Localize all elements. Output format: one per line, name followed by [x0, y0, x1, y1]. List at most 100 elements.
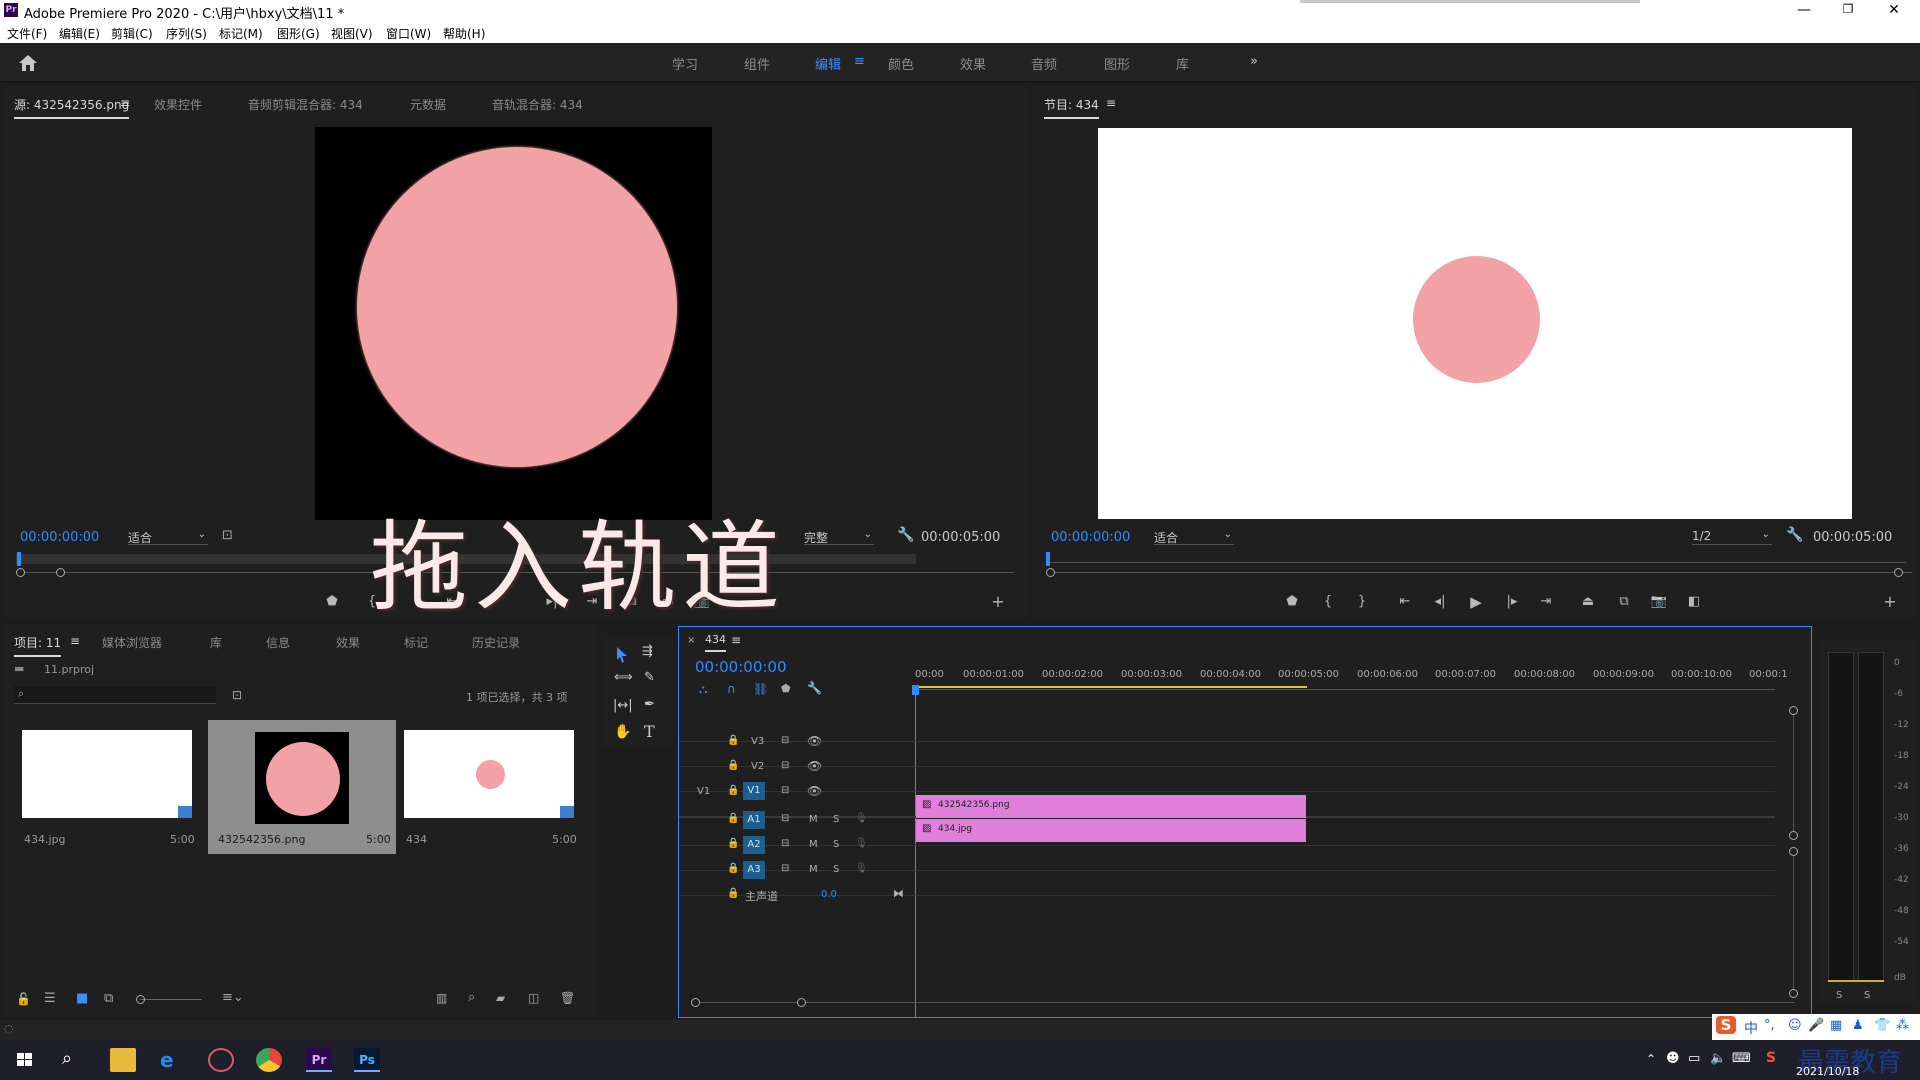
audio-vertical-scrollbar[interactable]	[1793, 851, 1794, 995]
razor-tool-icon[interactable]: ✎	[644, 670, 655, 685]
tab-sequence[interactable]: 434	[705, 633, 726, 652]
premiere-taskbar-icon[interactable]: Pr	[306, 1048, 332, 1072]
timeline-close-icon[interactable]: ×	[687, 635, 695, 646]
meter-solo-left-button[interactable]: S	[1836, 990, 1842, 1001]
ime-skin-icon[interactable]: ♟	[1852, 1018, 1864, 1033]
program-timecode[interactable]: 00:00:00:00	[1051, 530, 1130, 545]
ime-mode-label[interactable]: 中	[1744, 1018, 1758, 1038]
source-quality-dropdown[interactable]: 完整 ⌄	[804, 529, 874, 545]
program-quality-dropdown[interactable]: 1/2 ⌄	[1692, 529, 1772, 545]
menu-sequence[interactable]: 序列(S)	[166, 25, 207, 42]
zoom-left-handle[interactable]	[691, 998, 700, 1007]
voiceover-mic-icon[interactable]: 🎙	[855, 838, 868, 849]
pen-tool-icon[interactable]: ✒	[644, 697, 655, 712]
tray-chevron-icon[interactable]: ⌃	[1646, 1052, 1656, 1066]
program-goto-out-icon[interactable]: ⇥	[1536, 594, 1556, 609]
solo-button[interactable]: S	[833, 839, 839, 850]
find-icon[interactable]: ⌕	[468, 990, 475, 1005]
program-playhead[interactable]	[1046, 552, 1050, 566]
tab-project[interactable]: 项目: 11	[14, 634, 62, 657]
automate-to-sequence-icon[interactable]: ▥	[436, 991, 447, 1005]
program-zoom-left-handle[interactable]	[1046, 568, 1055, 577]
new-item-icon[interactable]: ◫	[528, 991, 539, 1005]
program-add-button-icon[interactable]: +	[1880, 592, 1900, 611]
program-tab-menu-icon[interactable]: ≡	[1106, 96, 1116, 110]
track-lock-icon[interactable]: 🔒	[727, 888, 739, 899]
sync-lock-icon[interactable]: ⊟	[781, 760, 789, 771]
sync-lock-icon[interactable]: ⊟	[781, 838, 789, 849]
mute-button[interactable]: M	[809, 814, 818, 825]
track-label-v2[interactable]: V2	[751, 761, 764, 772]
zoom-slider-handle[interactable]	[136, 995, 145, 1004]
tab-media-browser[interactable]: 媒体浏览器	[102, 634, 162, 651]
program-ruler[interactable]	[1046, 562, 1906, 563]
nest-toggle-icon[interactable]: ⛬	[699, 682, 707, 697]
source-timecode[interactable]: 00:00:00:00	[20, 530, 99, 545]
hand-tool-icon[interactable]: ✋	[614, 724, 631, 740]
solo-button[interactable]: S	[833, 814, 839, 825]
list-view-icon[interactable]: ☰	[44, 991, 56, 1006]
menu-edit[interactable]: 编辑(E)	[59, 25, 100, 42]
mute-button[interactable]: M	[809, 864, 818, 875]
tab-libraries[interactable]: 库	[210, 634, 222, 651]
menu-view[interactable]: 视图(V)	[331, 25, 373, 42]
track-lock-icon[interactable]: 🔒	[727, 863, 739, 874]
program-mark-out-icon[interactable]: }	[1352, 594, 1372, 609]
trash-icon[interactable]: 🗑	[560, 991, 575, 1005]
workspace-learn[interactable]: 学习	[672, 54, 698, 73]
tab-audio-track-mixer[interactable]: 音轨混合器: 434	[492, 96, 583, 113]
menu-window[interactable]: 窗口(W)	[386, 25, 431, 42]
lock-icon[interactable]: 🔓	[16, 992, 31, 1006]
linked-selection-icon[interactable]: ⛓	[753, 682, 768, 696]
track-target-a2[interactable]: A2	[743, 836, 765, 854]
workspace-graphics[interactable]: 图形	[1104, 54, 1130, 73]
source-marker-icon[interactable]: ⬟	[322, 594, 342, 609]
zoom-slider[interactable]	[140, 999, 202, 1000]
add-marker-icon[interactable]: ⬟	[781, 682, 791, 695]
timeline-tab-menu-icon[interactable]: ≡	[731, 633, 741, 647]
menu-file[interactable]: 文件(F)	[7, 25, 47, 42]
project-search-input[interactable]: ⌕	[14, 686, 216, 704]
tab-info[interactable]: 信息	[266, 634, 290, 651]
source-add-button-icon[interactable]: +	[988, 592, 1008, 611]
tab-metadata[interactable]: 元数据	[410, 96, 446, 113]
scroll-handle[interactable]	[1789, 989, 1798, 998]
program-mark-in-icon[interactable]: {	[1318, 594, 1338, 609]
video-vertical-scrollbar[interactable]	[1793, 709, 1794, 839]
master-volume-value[interactable]: 0.0	[821, 889, 837, 900]
track-lock-icon[interactable]: 🔒	[727, 838, 739, 849]
timeline-zoom-scrollbar[interactable]	[695, 1002, 1795, 1003]
workspace-effects[interactable]: 效果	[960, 54, 986, 73]
icon-view-icon[interactable]: ■	[76, 991, 88, 1006]
program-marker-icon[interactable]: ⬟	[1282, 594, 1302, 609]
snap-icon[interactable]: ∩	[727, 682, 736, 696]
tray-volume-icon[interactable]: 🔈	[1710, 1051, 1726, 1066]
workspace-assembly[interactable]: 组件	[744, 54, 770, 73]
windows-start-icon[interactable]	[12, 1048, 38, 1072]
time-ruler[interactable]: 00:00 00:00:01:00 00:00:02:00 00:00:03:0…	[915, 653, 1788, 693]
tray-user-icon[interactable]: ☻	[1666, 1051, 1680, 1066]
freeform-view-icon[interactable]: ⧉	[104, 991, 113, 1006]
track-select-tool-icon[interactable]: ⇶	[642, 644, 653, 659]
workspace-libraries[interactable]: 库	[1176, 54, 1189, 73]
clip-v1[interactable]: ▨ 434.jpg	[916, 819, 1306, 842]
tab-effect-controls[interactable]: 效果控件	[154, 96, 202, 113]
minimize-icon[interactable]: —	[1794, 2, 1814, 18]
voiceover-mic-icon[interactable]: 🎙	[855, 813, 868, 824]
scroll-handle[interactable]	[1789, 831, 1798, 840]
close-icon[interactable]: ✕	[1884, 2, 1904, 18]
source-settings-icon[interactable]: ⊡	[222, 528, 233, 543]
ime-shirt-icon[interactable]: 👕	[1874, 1018, 1890, 1033]
edge-browser-icon[interactable]: e	[160, 1048, 186, 1072]
track-lock-icon[interactable]: 🔒	[727, 785, 739, 796]
track-lock-icon[interactable]: 🔒	[727, 760, 739, 771]
menu-markers[interactable]: 标记(M)	[219, 25, 263, 42]
tab-effects[interactable]: 效果	[336, 634, 360, 651]
tray-ime-icon[interactable]: ⌨	[1732, 1051, 1751, 1066]
menu-graphics[interactable]: 图形(G)	[277, 25, 320, 42]
menu-help[interactable]: 帮助(H)	[443, 25, 485, 42]
program-extract-icon[interactable]: ⧉	[1614, 594, 1634, 609]
ime-keyboard-icon[interactable]: ▦	[1830, 1018, 1842, 1033]
tab-source[interactable]: 源: 432542356.png	[14, 96, 130, 119]
track-lock-icon[interactable]: 🔒	[727, 735, 739, 746]
